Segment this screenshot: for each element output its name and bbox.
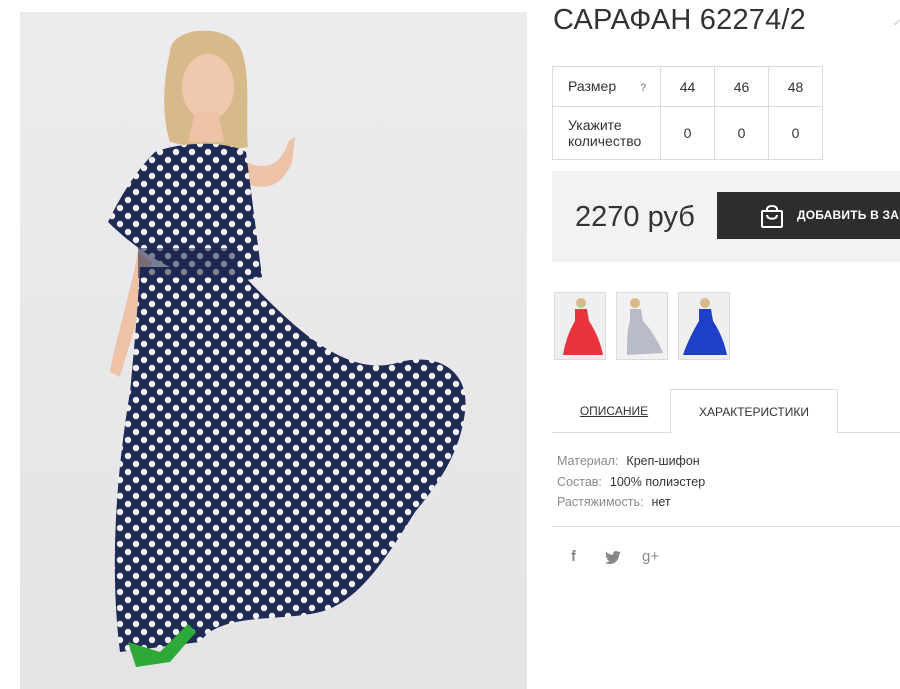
size-label: Размер [568,77,617,94]
twitter-icon[interactable] [605,551,621,568]
size-row: Размер ? 44 46 48 [552,66,823,107]
add-to-cart-button[interactable]: ДОБАВИТЬ В ЗАКАЗ [717,192,900,239]
product-main-image[interactable] [20,12,527,689]
spec-key: Растяжимость: [557,495,644,509]
characteristics-list: Материал: Креп-шифон Состав: 100% полиэсте… [557,451,705,513]
size-44: 44 [660,66,715,107]
add-to-cart-label: ДОБАВИТЬ В ЗАКАЗ [797,208,900,222]
tab-description[interactable]: ОПИСАНИЕ [558,389,670,433]
thumbnail-blue[interactable] [678,292,730,360]
spec-key: Состав: [557,474,602,489]
product-price: 2270 руб [575,201,695,233]
spec-row-material: Материал: Креп-шифон [557,451,705,472]
size-table: Размер ? 44 46 48 Укажите количество 0 0… [552,66,823,160]
spec-value: нет [651,495,671,509]
size-46: 46 [714,66,769,107]
shopping-bag-icon [759,203,785,232]
quantity-input-48[interactable]: 0 [768,106,823,160]
favorite-icon[interactable]: ✓ [893,18,900,29]
dress-illustration [108,30,466,667]
facebook-icon[interactable]: f [571,548,576,565]
spec-value: 100% полиэстер [609,474,706,489]
spec-row-stretch: Растяжимость: нет [557,492,705,513]
spec-row-composition: Состав: 100% полиэстер [557,472,705,493]
quantity-row: Укажите количество 0 0 0 [552,106,823,160]
size-48: 48 [768,66,823,107]
thumbnail-grey[interactable] [616,292,668,360]
quantity-label-line2: количество [568,133,642,149]
quantity-label-cell: Укажите количество [552,106,661,160]
product-title: САРАФАН 62274/2 [553,4,807,36]
quantity-input-44[interactable]: 0 [660,106,715,160]
quantity-input-46[interactable]: 0 [714,106,769,160]
price-box: 2270 руб ДОБАВИТЬ В ЗАКАЗ [552,171,900,262]
spec-key: Материал: [557,454,619,468]
divider [552,526,900,527]
tab-characteristics[interactable]: ХАРАКТЕРИСТИКИ [670,389,838,434]
thumbnail-red[interactable] [554,292,606,360]
quantity-label-line1: Укажите [568,117,622,133]
spec-value: Креп-шифон [626,454,700,468]
size-header-cell: Размер ? [552,66,661,107]
googleplus-icon[interactable]: g+ [642,548,659,565]
size-help-icon[interactable]: ? [640,80,647,96]
